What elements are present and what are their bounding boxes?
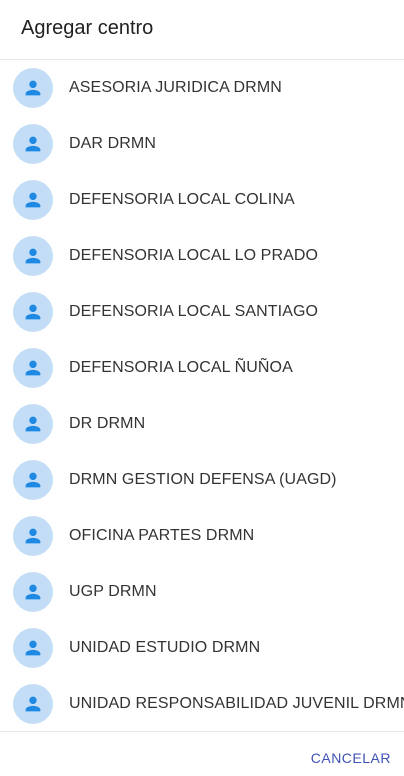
person-icon xyxy=(25,136,41,152)
person-icon xyxy=(25,192,41,208)
list-item-label: DEFENSORIA LOCAL COLINA xyxy=(69,191,295,208)
avatar xyxy=(13,516,53,556)
list-item-label: DAR DRMN xyxy=(69,135,157,152)
avatar xyxy=(13,572,53,612)
avatar xyxy=(13,236,53,276)
avatar xyxy=(13,68,53,108)
list-item[interactable]: ASESORIA JURIDICA DRMN xyxy=(0,60,404,116)
dialog-title: Agregar centro xyxy=(21,17,154,39)
person-icon xyxy=(25,304,41,320)
add-center-dialog: Agregar centro ASESORIA JURIDICA DRMN DA… xyxy=(0,0,404,776)
list-item-label: DR DRMN xyxy=(69,415,146,432)
list-item-label: DRMN GESTION DEFENSA (UAGD) xyxy=(69,471,337,488)
avatar xyxy=(13,684,53,724)
list-item[interactable]: DEFENSORIA LOCAL SANTIAGO xyxy=(0,284,404,340)
person-icon xyxy=(25,528,41,544)
center-list: ASESORIA JURIDICA DRMN DAR DRMN DEFENSOR… xyxy=(0,60,404,731)
list-item-label: ASESORIA JURIDICA DRMN xyxy=(69,79,282,96)
list-item[interactable]: UNIDAD RESPONSABILIDAD JUVENIL DRMN xyxy=(0,676,404,731)
avatar xyxy=(13,124,53,164)
person-icon xyxy=(25,472,41,488)
list-item-label: DEFENSORIA LOCAL LO PRADO xyxy=(69,247,319,264)
avatar xyxy=(13,292,53,332)
person-icon xyxy=(25,640,41,656)
person-icon xyxy=(25,416,41,432)
list-item-label: UGP DRMN xyxy=(69,583,157,600)
list-item[interactable]: DEFENSORIA LOCAL COLINA xyxy=(0,172,404,228)
actions-divider xyxy=(0,731,404,732)
list-item-label: DEFENSORIA LOCAL ÑUÑOA xyxy=(69,359,293,376)
list-item[interactable]: DR DRMN xyxy=(0,396,404,452)
person-icon xyxy=(25,696,41,712)
person-icon xyxy=(25,80,41,96)
avatar xyxy=(13,180,53,220)
list-item-label: UNIDAD ESTUDIO DRMN xyxy=(69,639,261,656)
list-item[interactable]: DRMN GESTION DEFENSA (UAGD) xyxy=(0,452,404,508)
person-icon xyxy=(25,360,41,376)
person-icon xyxy=(25,584,41,600)
list-item-label: UNIDAD RESPONSABILIDAD JUVENIL DRMN xyxy=(69,695,404,712)
cancel-button[interactable]: CANCELAR xyxy=(311,749,391,767)
list-item[interactable]: OFICINA PARTES DRMN xyxy=(0,508,404,564)
avatar xyxy=(13,348,53,388)
list-item[interactable]: DEFENSORIA LOCAL LO PRADO xyxy=(0,228,404,284)
avatar xyxy=(13,460,53,500)
list-item[interactable]: UNIDAD ESTUDIO DRMN xyxy=(0,620,404,676)
list-item[interactable]: DAR DRMN xyxy=(0,116,404,172)
list-item-label: DEFENSORIA LOCAL SANTIAGO xyxy=(69,303,319,320)
avatar xyxy=(13,628,53,668)
list-item[interactable]: UGP DRMN xyxy=(0,564,404,620)
avatar xyxy=(13,404,53,444)
person-icon xyxy=(25,248,41,264)
list-item-label: OFICINA PARTES DRMN xyxy=(69,527,255,544)
list-item[interactable]: DEFENSORIA LOCAL ÑUÑOA xyxy=(0,340,404,396)
